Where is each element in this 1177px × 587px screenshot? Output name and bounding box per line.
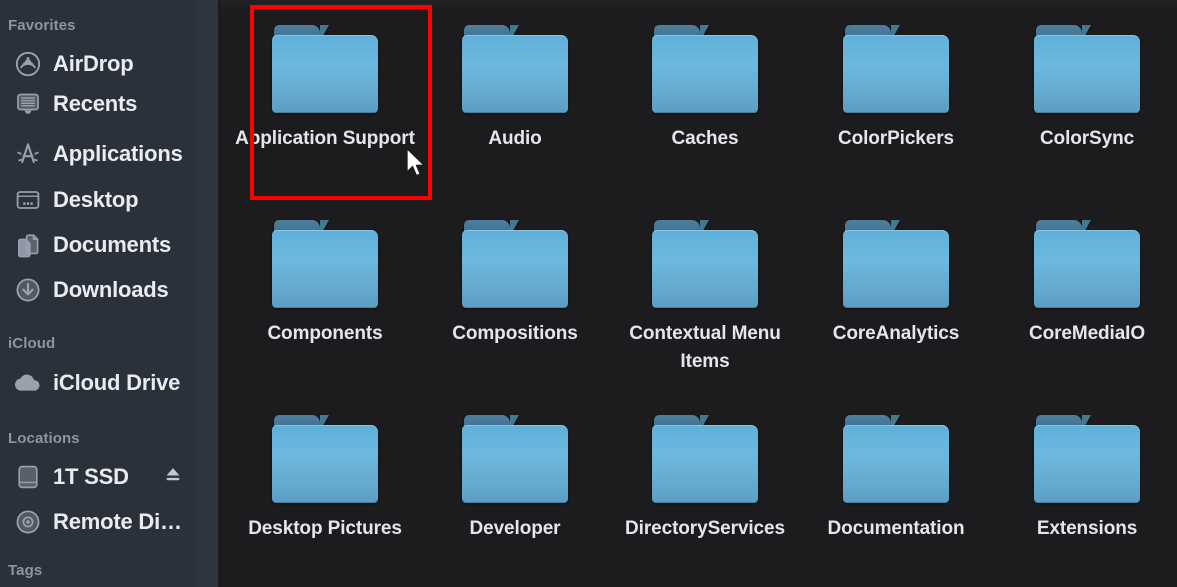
sidebar-item-label: AirDrop <box>53 51 134 76</box>
sidebar-item-label: iCloud Drive <box>53 370 181 395</box>
grid-item-label: Developer <box>469 518 561 539</box>
grid-item-caches[interactable]: Caches <box>610 25 800 153</box>
folder-icon <box>843 220 949 308</box>
sidebar-item-label: 1T SSD <box>53 464 129 489</box>
sidebar-section-favorites: Favorites <box>8 17 76 34</box>
folder-icon <box>272 220 378 308</box>
sidebar-item-label: Documents <box>53 232 171 257</box>
grid-item-coremediaio[interactable]: CoreMediaIO <box>992 220 1177 348</box>
folder-icon <box>1034 415 1140 503</box>
grid-item-label: ColorSync <box>1039 128 1135 149</box>
grid-item-documentation[interactable]: Documentation <box>801 415 991 543</box>
grid-item-label: Extensions <box>1036 518 1138 539</box>
desktop-icon <box>14 186 42 214</box>
sidebar-item-1t-ssd[interactable]: 1T SSD <box>4 457 204 497</box>
grid-item-label: Desktop Pictures <box>248 518 402 539</box>
sidebar-section-locations: Locations <box>8 430 80 447</box>
folder-icon <box>843 415 949 503</box>
sidebar-item-label: Recents <box>53 91 138 116</box>
grid-item-label: CoreMediaIO <box>1028 323 1146 344</box>
applications-icon <box>14 140 42 168</box>
folder-icon <box>652 415 758 503</box>
grid-item-label: Components <box>267 323 383 344</box>
folder-icon <box>272 415 378 503</box>
grid-item-application-support[interactable]: Application Support <box>230 25 420 153</box>
sidebar-item-label: Remote Di… <box>53 509 182 534</box>
finder-sidebar: Favorites AirDrop Recents Applications D… <box>0 0 220 587</box>
disc-icon <box>14 508 42 536</box>
grid-item-developer[interactable]: Developer <box>420 415 610 543</box>
sidebar-item-applications[interactable]: Applications <box>4 134 204 174</box>
sidebar-item-airdrop[interactable]: AirDrop <box>4 44 204 84</box>
recents-icon <box>14 90 42 118</box>
grid-item-label: Application Support <box>235 128 415 149</box>
sidebar-item-downloads[interactable]: Downloads <box>4 270 204 310</box>
sidebar-section-icloud: iCloud <box>8 335 56 352</box>
folder-icon <box>1034 25 1140 113</box>
grid-item-colorpickers[interactable]: ColorPickers <box>801 25 991 153</box>
grid-item-label: CoreAnalytics <box>832 323 960 344</box>
grid-item-coreanalytics[interactable]: CoreAnalytics <box>801 220 991 348</box>
cloud-icon <box>14 369 42 397</box>
sidebar-item-label: Desktop <box>53 187 139 212</box>
sidebar-item-recents[interactable]: Recents <box>4 84 204 124</box>
airdrop-icon <box>14 50 42 78</box>
grid-item-label: Compositions <box>452 323 578 344</box>
sidebar-scrollbar-track[interactable] <box>196 0 410 587</box>
grid-item-components[interactable]: Components <box>230 220 420 348</box>
folder-icon <box>462 415 568 503</box>
folder-icon <box>652 220 758 308</box>
sidebar-item-label: Applications <box>53 141 183 166</box>
sidebar-section-tags: Tags <box>8 562 43 579</box>
grid-item-desktop-pictures[interactable]: Desktop Pictures <box>230 415 420 543</box>
folder-icon <box>462 25 568 113</box>
grid-item-audio[interactable]: Audio <box>420 25 610 153</box>
grid-item-colorsync[interactable]: ColorSync <box>992 25 1177 153</box>
grid-item-label: ColorPickers <box>837 128 955 149</box>
file-grid: Application Support Audio Caches ColorPi… <box>220 0 1177 587</box>
sidebar-item-icloud-drive[interactable]: iCloud Drive <box>4 363 204 403</box>
grid-item-label: Contextual Menu Items <box>629 323 781 372</box>
harddisk-icon <box>14 463 42 491</box>
grid-item-label: Audio <box>488 128 542 149</box>
content-top-edge <box>220 0 1177 10</box>
eject-icon[interactable] <box>164 466 182 489</box>
grid-item-compositions[interactable]: Compositions <box>420 220 610 348</box>
folder-icon <box>843 25 949 113</box>
sidebar-item-remote-disc[interactable]: Remote Di… <box>4 502 204 542</box>
grid-item-directoryservices[interactable]: DirectoryServices <box>610 415 800 543</box>
grid-item-label: Caches <box>671 128 739 149</box>
grid-item-contextual-menu-items[interactable]: Contextual Menu Items <box>610 220 800 376</box>
folder-icon <box>652 25 758 113</box>
folder-icon <box>462 220 568 308</box>
finder-window: Favorites AirDrop Recents Applications D… <box>0 0 1177 587</box>
grid-item-label: DirectoryServices <box>625 518 785 539</box>
folder-icon <box>272 25 378 113</box>
sidebar-item-label: Downloads <box>53 277 169 302</box>
grid-item-extensions[interactable]: Extensions <box>992 415 1177 543</box>
grid-item-label: Documentation <box>827 518 965 539</box>
sidebar-item-documents[interactable]: Documents <box>4 225 204 265</box>
documents-icon <box>14 231 42 259</box>
sidebar-item-desktop[interactable]: Desktop <box>4 180 204 220</box>
folder-icon <box>1034 220 1140 308</box>
downloads-icon <box>14 276 42 304</box>
